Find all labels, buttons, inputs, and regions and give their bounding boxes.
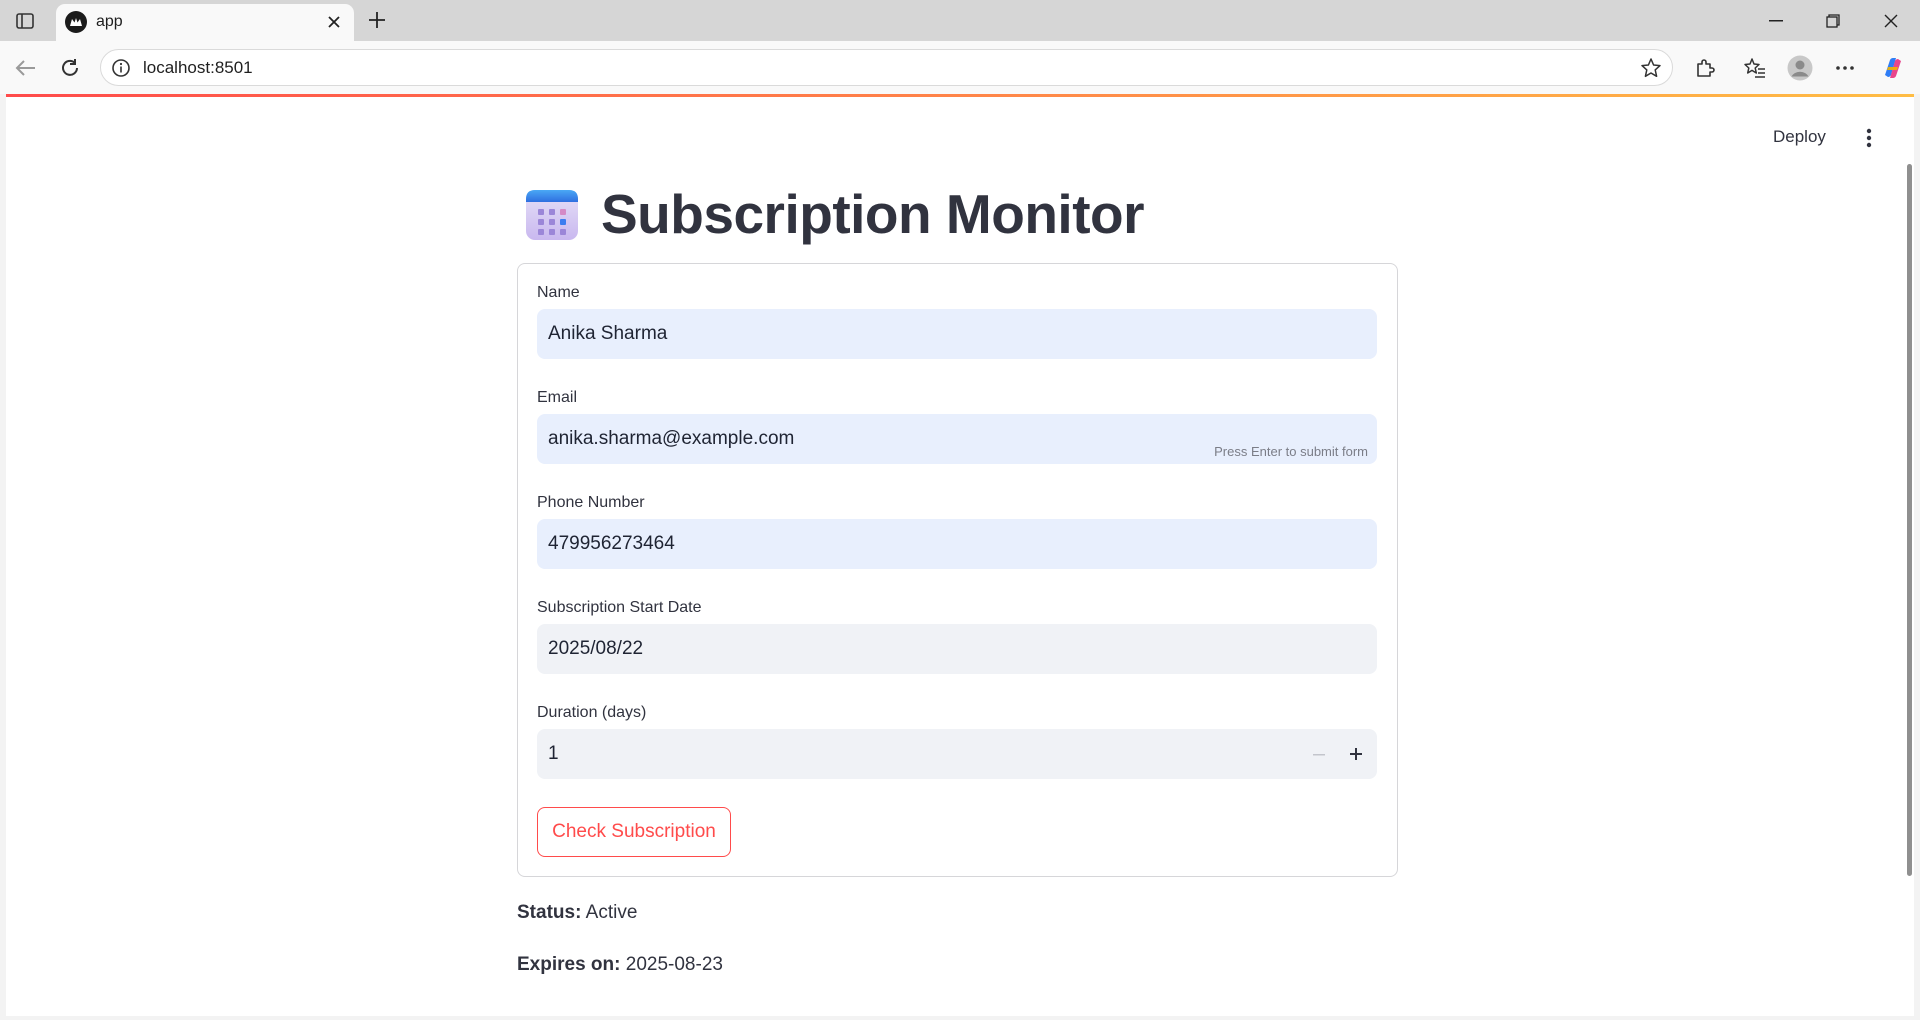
site-info-icon[interactable] bbox=[111, 58, 131, 78]
minimize-icon[interactable] bbox=[1749, 0, 1803, 41]
close-window-icon[interactable] bbox=[1864, 0, 1918, 41]
duration-number-input[interactable]: 1 bbox=[537, 729, 1377, 779]
phone-input[interactable]: 479956273464 bbox=[537, 519, 1377, 569]
reload-icon[interactable] bbox=[55, 53, 85, 83]
name-value: Anika Sharma bbox=[548, 323, 668, 344]
increment-plus-icon[interactable] bbox=[1347, 745, 1365, 763]
tab-title: app bbox=[96, 13, 123, 30]
address-bar[interactable]: localhost:8501 bbox=[100, 49, 1673, 86]
start-date-label: Subscription Start Date bbox=[537, 599, 702, 616]
name-label: Name bbox=[537, 284, 580, 301]
streamlit-favicon-icon bbox=[65, 11, 87, 33]
browser-tab[interactable]: app bbox=[56, 4, 354, 41]
expires-line: Expires on: 2025-08-23 bbox=[517, 954, 723, 976]
browser-toolbar: localhost:8501 bbox=[0, 41, 1920, 94]
main-menu-icon[interactable] bbox=[1859, 126, 1879, 150]
email-input[interactable]: anika.sharma@example.com Press Enter to … bbox=[537, 414, 1377, 464]
restore-icon[interactable] bbox=[1806, 0, 1860, 41]
url-text: localhost:8501 bbox=[143, 58, 253, 77]
page-title: Subscription Monitor bbox=[601, 183, 1145, 245]
status-value: Active bbox=[585, 902, 638, 923]
extensions-icon[interactable] bbox=[1690, 53, 1720, 83]
new-tab-icon[interactable] bbox=[362, 6, 392, 34]
email-value: anika.sharma@example.com bbox=[548, 428, 795, 449]
scrollbar[interactable] bbox=[1907, 164, 1912, 876]
calendar-icon bbox=[525, 186, 579, 242]
page-title-row: Subscription Monitor bbox=[525, 180, 1145, 248]
phone-label: Phone Number bbox=[537, 494, 645, 511]
browser-tab-strip: app bbox=[0, 0, 1920, 41]
back-arrow-icon[interactable] bbox=[10, 53, 40, 83]
deploy-button[interactable]: Deploy bbox=[1773, 127, 1826, 147]
settings-more-icon[interactable] bbox=[1830, 53, 1860, 83]
phone-value: 479956273464 bbox=[548, 533, 675, 554]
duration-label: Duration (days) bbox=[537, 704, 647, 721]
submit-hint: Press Enter to submit form bbox=[1214, 444, 1368, 459]
name-input[interactable]: Anika Sharma bbox=[537, 309, 1377, 359]
start-date-value: 2025/08/22 bbox=[548, 638, 644, 659]
check-subscription-button[interactable]: Check Subscription bbox=[537, 807, 731, 857]
subscription-form: Name Anika Sharma Email anika.sharma@exa… bbox=[517, 263, 1398, 877]
email-label: Email bbox=[537, 389, 578, 406]
status-line: Status: Active bbox=[517, 902, 637, 924]
profile-avatar-icon[interactable] bbox=[1785, 53, 1815, 83]
status-label: Status: bbox=[517, 902, 582, 923]
copilot-icon[interactable] bbox=[1878, 53, 1908, 83]
sidebar-toggle-icon[interactable] bbox=[10, 8, 40, 34]
favorites-icon[interactable] bbox=[1740, 53, 1770, 83]
expires-label: Expires on: bbox=[517, 954, 621, 975]
expires-value: 2025-08-23 bbox=[625, 954, 723, 975]
decrement-minus-icon[interactable] bbox=[1311, 747, 1327, 763]
duration-value: 1 bbox=[548, 743, 559, 764]
header-decoration-bar bbox=[6, 94, 1914, 97]
favorite-star-icon[interactable] bbox=[1640, 57, 1662, 79]
app-viewport: Deploy Subscription Monitor Name Anika S… bbox=[6, 94, 1914, 1016]
start-date-input[interactable]: 2025/08/22 bbox=[537, 624, 1377, 674]
close-tab-icon[interactable] bbox=[324, 12, 344, 32]
